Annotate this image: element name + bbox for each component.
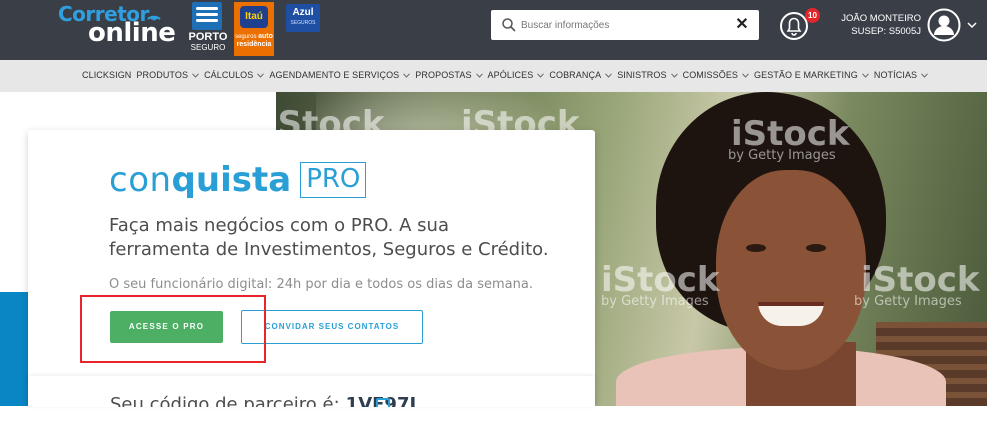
nav-list: CLICKSIGN PRODUTOS CÁLCULOS AGENDAMENTO E S… <box>82 70 933 80</box>
chevron-down-icon <box>921 72 929 78</box>
chevron-down-icon <box>605 72 613 78</box>
nav-item-produtos[interactable]: PRODUTOS <box>136 70 199 80</box>
porto-line-1: PORTO <box>188 31 228 43</box>
chevron-down-icon <box>257 72 265 78</box>
azul-sub: SEGUROS <box>290 20 316 26</box>
porto-flag-icon <box>192 2 222 30</box>
search-icon <box>502 18 516 32</box>
itau-seguros-logo[interactable]: Itaú seguros auto residência <box>234 2 274 56</box>
nav-item-propostas[interactable]: PROPOSTAS <box>415 70 483 80</box>
watermark-sub: by Getty Images <box>854 294 962 309</box>
clear-search-icon[interactable]: ✕ <box>733 15 751 35</box>
watermark-sub: by Getty Images <box>601 294 709 309</box>
pro-badge: PRO <box>300 162 367 198</box>
chevron-down-icon <box>537 72 545 78</box>
nav-item-label: SINISTROS <box>617 70 667 80</box>
app-root: Corretor online PORTO SEGURO Itaú seguro… <box>0 0 987 447</box>
porto-line-2: SEGURO <box>190 43 226 52</box>
user-info[interactable]: JOÃO MONTEIRO SUSEP: S5005J <box>836 12 921 38</box>
user-susep: SUSEP: S5005J <box>851 26 921 37</box>
search-box: ✕ <box>491 10 759 40</box>
corretor-online-logo[interactable]: Corretor online <box>58 2 178 52</box>
nav-item-label: PROPOSTAS <box>415 70 472 80</box>
nav-item-cálculos[interactable]: CÁLCULOS <box>204 70 265 80</box>
logo-line-2: online <box>88 18 176 48</box>
nav-item-label: APÓLICES <box>487 70 534 80</box>
nav-item-label: GESTÃO E MARKETING <box>754 70 858 80</box>
nav-item-cobrança[interactable]: COBRANÇA <box>549 70 613 80</box>
partner-code-card: Seu código de parceiro é: 1VF97L <box>28 376 595 407</box>
nav-item-label: COBRANÇA <box>549 70 602 80</box>
chevron-down-icon <box>192 72 199 78</box>
hero-banner: iStock iStock by Getty Images iStock by … <box>0 92 987 406</box>
nav-item-label: COMISSÕES <box>682 70 739 80</box>
chevron-down-icon <box>861 72 869 78</box>
nav-item-label: AGENDAMENTO E SERVIÇOS <box>269 70 400 80</box>
nav-item-sinistros[interactable]: SINISTROS <box>617 70 678 80</box>
notification-count-badge: 10 <box>805 8 820 23</box>
partner-code-label: Seu código de parceiro é: <box>110 394 340 407</box>
side-accent-bar <box>0 292 28 406</box>
nav-item-label: PRODUTOS <box>136 70 189 80</box>
copy-icon[interactable] <box>376 398 390 407</box>
card-headline: Faça mais negócios com o PRO. A sua ferr… <box>109 215 549 260</box>
card-subtext: O seu funcionário digital: 24h por dia e… <box>109 277 533 292</box>
top-header: Corretor online PORTO SEGURO Itaú seguro… <box>0 0 987 60</box>
azul-seguros-logo[interactable]: Azul SEGUROS <box>286 4 320 32</box>
nav-item-apólices[interactable]: APÓLICES <box>488 70 545 80</box>
azul-mark: Azul <box>292 7 314 18</box>
nav-item-label: CLICKSIGN <box>82 70 132 80</box>
access-pro-button[interactable]: ACESSE O PRO <box>110 311 223 343</box>
nav-item-clicksign[interactable]: CLICKSIGN <box>82 70 131 80</box>
main-nav: CLICKSIGN PRODUTOS CÁLCULOS AGENDAMENTO E S… <box>0 60 987 92</box>
chevron-down-icon <box>403 72 411 78</box>
nav-item-comissões[interactable]: COMISSÕES <box>683 70 749 80</box>
nav-item-agendamento-e-serviços[interactable]: AGENDAMENTO E SERVIÇOS <box>269 70 411 80</box>
itau-subtitle: seguros auto residência <box>235 33 273 48</box>
nav-item-gestão-e-marketing[interactable]: GESTÃO E MARKETING <box>754 70 869 80</box>
nav-item-label: CÁLCULOS <box>204 70 254 80</box>
partner-code-text: Seu código de parceiro é: 1VF97L <box>110 394 421 407</box>
chevron-down-icon <box>670 72 678 78</box>
porto-seguro-logo[interactable]: PORTO SEGURO <box>187 2 227 56</box>
itau-mark: Itaú <box>240 6 268 28</box>
conquista-pro-card: con quista PRO Faça mais negócios com o P… <box>28 130 595 406</box>
user-circle-icon[interactable] <box>927 8 961 42</box>
nav-item-label: NOTÍCIAS <box>873 70 918 80</box>
chevron-down-icon <box>742 72 749 78</box>
chevron-down-icon <box>475 72 483 78</box>
conquista-pro-logo: con quista PRO <box>109 160 367 200</box>
user-name: JOÃO MONTEIRO <box>841 13 921 24</box>
invite-contacts-button[interactable]: CONVIDAR SEUS CONTATOS <box>241 310 423 344</box>
chevron-down-icon[interactable] <box>966 20 978 30</box>
nav-item-notícias[interactable]: NOTÍCIAS <box>873 70 929 80</box>
watermark-sub: by Getty Images <box>728 148 836 163</box>
search-input[interactable] <box>521 14 721 36</box>
